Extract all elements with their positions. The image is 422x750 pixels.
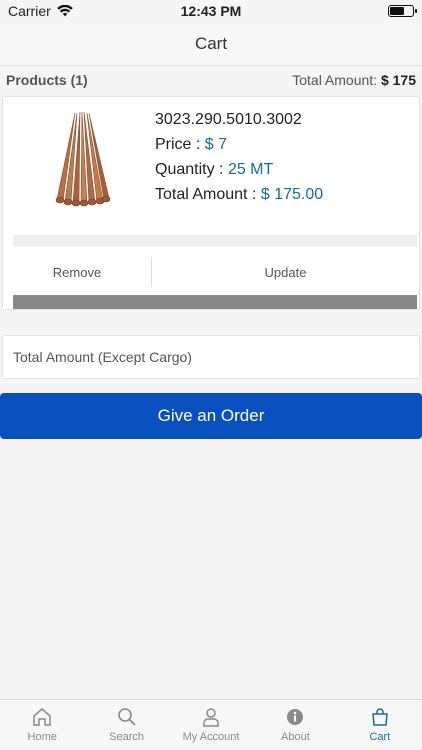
- tab-about[interactable]: About: [253, 700, 337, 750]
- summary-total-value: $ 175: [380, 72, 416, 88]
- account-icon: [203, 708, 219, 727]
- tab-about-label: About: [281, 731, 310, 743]
- cart-icon: [372, 708, 388, 726]
- total-amount-field[interactable]: Total Amount (Except Cargo): [2, 335, 420, 379]
- carrier-label: Carrier: [8, 3, 51, 19]
- product-actions: Remove Update: [3, 255, 419, 289]
- price-label: Price :: [155, 136, 201, 153]
- card-divider: [13, 235, 417, 247]
- product-price-row: Price : $ 7: [155, 132, 323, 157]
- tab-cart[interactable]: Cart: [338, 700, 422, 750]
- card-bottom-bar: [13, 295, 417, 309]
- tab-search-label: Search: [109, 731, 145, 743]
- total-amount-placeholder: Total Amount (Except Cargo): [13, 349, 192, 365]
- update-button[interactable]: Update: [152, 255, 419, 289]
- product-card: 3023.290.5010.3002 Price : $ 7 Quantity …: [2, 96, 420, 310]
- summary-total: Total Amount: $ 175: [292, 72, 416, 88]
- products-count: Products (1): [6, 72, 88, 88]
- tab-search[interactable]: Search: [84, 700, 168, 750]
- tab-my-account-label: My Account: [182, 731, 240, 743]
- product-total-row: Total Amount : $ 175.00: [155, 182, 323, 207]
- home-icon: [33, 708, 51, 726]
- product-quantity-row: Quantity : 25 MT: [155, 157, 323, 182]
- product-total-label: Total Amount :: [155, 186, 257, 203]
- give-order-button[interactable]: Give an Order: [0, 393, 422, 439]
- price-value: $ 7: [204, 136, 228, 153]
- nav-bar: Cart: [0, 22, 422, 66]
- cart-summary: Products (1) Total Amount: $ 175: [0, 66, 422, 94]
- page-title: Cart: [194, 33, 228, 53]
- tab-my-account[interactable]: My Account: [169, 700, 253, 750]
- product-total-value: $ 175.00: [260, 186, 324, 203]
- tab-home[interactable]: Home: [0, 700, 84, 750]
- status-left: Carrier: [8, 3, 73, 19]
- product-image: [55, 111, 111, 207]
- wifi-icon: [56, 5, 73, 17]
- battery-icon: [388, 5, 417, 17]
- quantity-value: 25 MT: [227, 161, 274, 178]
- product-code: 3023.290.5010.3002: [155, 111, 302, 128]
- tab-home-label: Home: [27, 731, 57, 743]
- summary-total-label: Total Amount:: [292, 72, 378, 88]
- info-icon: [287, 709, 304, 725]
- tab-cart-label: Cart: [369, 731, 391, 743]
- remove-button[interactable]: Remove: [3, 255, 151, 289]
- tab-bar: Home Search My Account About Cart: [0, 699, 422, 750]
- search-icon: [117, 708, 136, 726]
- status-bar: Carrier 12:43 PM: [0, 0, 422, 22]
- quantity-label: Quantity :: [155, 161, 224, 178]
- product-info: 3023.290.5010.3002 Price : $ 7 Quantity …: [155, 107, 323, 207]
